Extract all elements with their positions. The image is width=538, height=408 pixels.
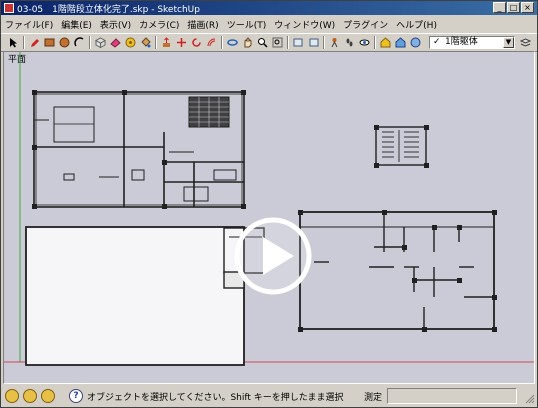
layer-select[interactable]: ✓ 1階躯体 ▼ [429,36,515,49]
geo-location-icon[interactable] [5,389,19,403]
menu-view[interactable]: 表示(V) [96,18,135,31]
window-title: 03-05 1階階段立体化完了.skp - SketchUp [17,5,200,15]
hand-icon [244,37,252,48]
component-icon [95,37,106,48]
arrow-cursor-icon [10,38,17,48]
play-icon [234,217,312,295]
offset-icon [207,38,216,47]
footprints-icon [346,38,353,47]
measurements-field[interactable] [387,388,517,404]
measurements-label: 測定 [364,393,383,403]
close-button[interactable]: × [521,2,534,13]
chevron-down-icon[interactable]: ▼ [503,37,514,48]
share-model-button[interactable] [394,36,407,49]
circle-icon [59,37,70,48]
walk-tool-button[interactable] [343,36,356,49]
menu-tools[interactable]: ツール(T) [223,18,271,31]
eraser-tool-button[interactable] [109,36,122,49]
get-models-button[interactable] [379,36,392,49]
tape-measure-icon [125,37,136,48]
move-icon [177,38,186,47]
pencil-icon [31,39,39,47]
camera-person-icon [331,38,338,48]
next-view-button[interactable] [307,36,320,49]
look-around-button[interactable] [358,36,371,49]
eraser-icon [110,38,121,48]
previous-view-icon [293,38,303,47]
select-tool-button[interactable] [7,36,20,49]
zoom-tool-button[interactable] [256,36,269,49]
warehouse-icon [380,37,391,48]
app-window: 03-05 1階階段立体化完了.skp - SketchUp _ □ × ファイ… [0,0,538,408]
menu-window[interactable]: ウィンドウ(W) [270,18,339,31]
rectangle-tool-button[interactable] [43,36,56,49]
offset-tool-button[interactable] [205,36,218,49]
rotate-tool-button[interactable] [190,36,203,49]
zoom-extents-button[interactable] [271,36,284,49]
maximize-button[interactable]: □ [507,2,520,13]
layer-manager-button[interactable] [519,36,532,49]
drawing-canvas[interactable]: 平面 [3,51,535,384]
minimize-button[interactable]: _ [493,2,506,13]
credits-icon[interactable] [23,389,37,403]
pan-tool-button[interactable] [241,36,254,49]
orbit-icon [227,39,238,46]
menu-file[interactable]: ファイル(F) [1,18,57,31]
paint-bucket-icon [141,37,151,48]
rectangle-icon [44,38,55,47]
eye-icon [359,39,370,46]
layers-icon [520,38,531,47]
title-bar: 03-05 1階階段立体化完了.skp - SketchUp _ □ × [1,1,537,15]
menu-bar: ファイル(F) 編集(E) 表示(V) カメラ(C) 描画(R) ツール(T) … [1,16,537,32]
sketchup-app-icon [4,3,14,13]
resize-grip-icon[interactable] [523,392,535,404]
tape-measure-tool-button[interactable] [124,36,137,49]
zoom-extents-icon [272,37,283,48]
video-play-button[interactable] [232,215,314,297]
arc-tool-button[interactable] [73,36,86,49]
menu-edit[interactable]: 編集(E) [57,18,96,31]
push-pull-tool-button[interactable] [160,36,173,49]
status-message: オブジェクトを選択してください。Shift キーを押したまま選択 [87,393,344,403]
magnifier-icon [258,38,268,48]
previous-view-button[interactable] [292,36,305,49]
help-icon[interactable]: ? [69,389,83,403]
menu-plugins[interactable]: プラグイン [339,18,392,31]
rotate-icon [192,38,201,47]
google-earth-button[interactable] [409,36,422,49]
move-tool-button[interactable] [175,36,188,49]
layer-visible-check: ✓ [433,37,441,47]
menu-draw[interactable]: 描画(R) [183,18,222,31]
position-camera-button[interactable] [328,36,341,49]
menu-help[interactable]: ヘルプ(H) [392,18,441,31]
pencil-tool-button[interactable] [28,36,41,49]
share-icon [395,37,406,48]
next-view-icon [309,38,319,47]
push-pull-icon [163,37,170,47]
circle-tool-button[interactable] [58,36,71,49]
globe-icon [410,37,421,48]
paint-bucket-tool-button[interactable] [139,36,152,49]
user-status-icon[interactable] [41,389,55,403]
make-component-button[interactable] [94,36,107,49]
toolbar: ✓ 1階躯体 ▼ [1,33,537,52]
arc-icon [74,37,84,47]
layer-select-value: 1階躯体 [445,37,478,47]
orbit-tool-button[interactable] [226,36,239,49]
menu-camera[interactable]: カメラ(C) [135,18,183,31]
status-bar: ? オブジェクトを選択してください。Shift キーを押したまま選択 測定 [1,386,537,407]
